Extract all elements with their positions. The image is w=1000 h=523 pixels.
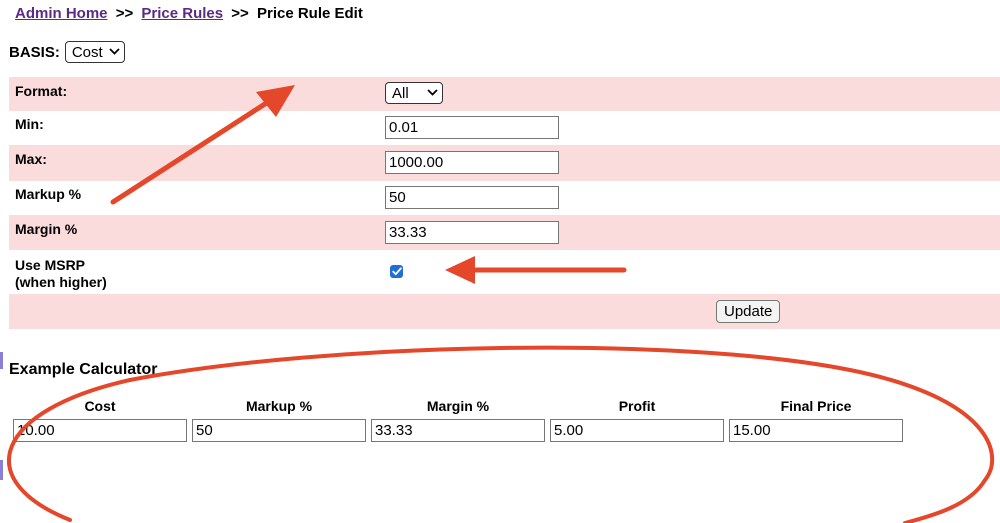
breadcrumb-separator: >>: [115, 5, 134, 22]
min-row: Min: 0.01: [9, 111, 1000, 145]
max-row: Max: 1000.00: [9, 145, 1000, 181]
markup-row: Markup % 50: [9, 181, 1000, 215]
chevron-down-icon: [109, 46, 120, 58]
margin-label: Margin %: [15, 221, 78, 237]
format-select[interactable]: All: [385, 82, 443, 104]
basis-select[interactable]: Cost: [64, 41, 125, 63]
msrp-row: Use MSRP (when higher): [9, 250, 1000, 294]
calculator-header-markup: Markup %: [245, 398, 313, 414]
checkmark-icon: [391, 267, 402, 276]
chevron-down-icon: [427, 87, 438, 99]
left-accent-bar: [0, 352, 3, 369]
basis-label: BASIS:: [9, 43, 60, 61]
calculator-column-markup: Markup % 50: [192, 398, 366, 442]
calculator-profit-input[interactable]: 5.00: [550, 419, 724, 442]
calculator-column-cost: Cost 10.00: [13, 398, 187, 442]
calculator-header-margin: Margin %: [426, 398, 490, 414]
calculator-column-profit: Profit 5.00: [550, 398, 724, 442]
basis-row: BASIS: Cost: [9, 41, 125, 63]
left-accent-bar: [0, 460, 3, 480]
calculator-column-margin: Margin % 33.33: [371, 398, 545, 442]
msrp-label: Use MSRP (when higher): [15, 257, 107, 291]
min-label: Min:: [15, 116, 44, 132]
format-select-value: All: [392, 84, 409, 102]
update-button[interactable]: Update: [716, 300, 781, 323]
calculator-header-final-price: Final Price: [780, 398, 852, 414]
basis-select-value: Cost: [71, 43, 103, 61]
msrp-label-line2: (when higher): [15, 274, 107, 290]
breadcrumb-current-page: Price Rule Edit: [256, 5, 363, 22]
min-input[interactable]: 0.01: [385, 116, 559, 139]
breadcrumb-separator: >>: [231, 5, 249, 22]
max-label: Max:: [15, 151, 47, 167]
calculator-final-price-input[interactable]: 15.00: [729, 419, 903, 442]
breadcrumb-admin-home-link[interactable]: Admin Home: [15, 5, 108, 22]
msrp-label-line1: Use MSRP: [15, 257, 86, 273]
calculator-cost-input[interactable]: 10.00: [13, 419, 187, 442]
calculator-header-profit: Profit: [618, 398, 656, 414]
breadcrumb-price-rules-link[interactable]: Price Rules: [141, 5, 223, 22]
format-row: Format: All: [9, 77, 1000, 111]
markup-input[interactable]: 50: [385, 186, 559, 209]
margin-row: Margin % 33.33: [9, 215, 1000, 250]
calculator-markup-input[interactable]: 50: [192, 419, 366, 442]
calculator-header-cost: Cost: [84, 398, 116, 414]
max-input[interactable]: 1000.00: [385, 151, 559, 174]
update-row: Update: [9, 294, 1000, 329]
margin-input[interactable]: 33.33: [385, 221, 559, 244]
calculator-margin-input[interactable]: 33.33: [371, 419, 545, 442]
breadcrumb: Admin Home >> Price Rules >> Price Rule …: [15, 5, 363, 22]
format-label: Format:: [15, 83, 68, 99]
markup-label: Markup %: [15, 186, 82, 202]
use-msrp-checkbox[interactable]: [390, 265, 403, 278]
calculator-column-final-price: Final Price 15.00: [729, 398, 903, 442]
calculator-title: Example Calculator: [9, 361, 158, 378]
